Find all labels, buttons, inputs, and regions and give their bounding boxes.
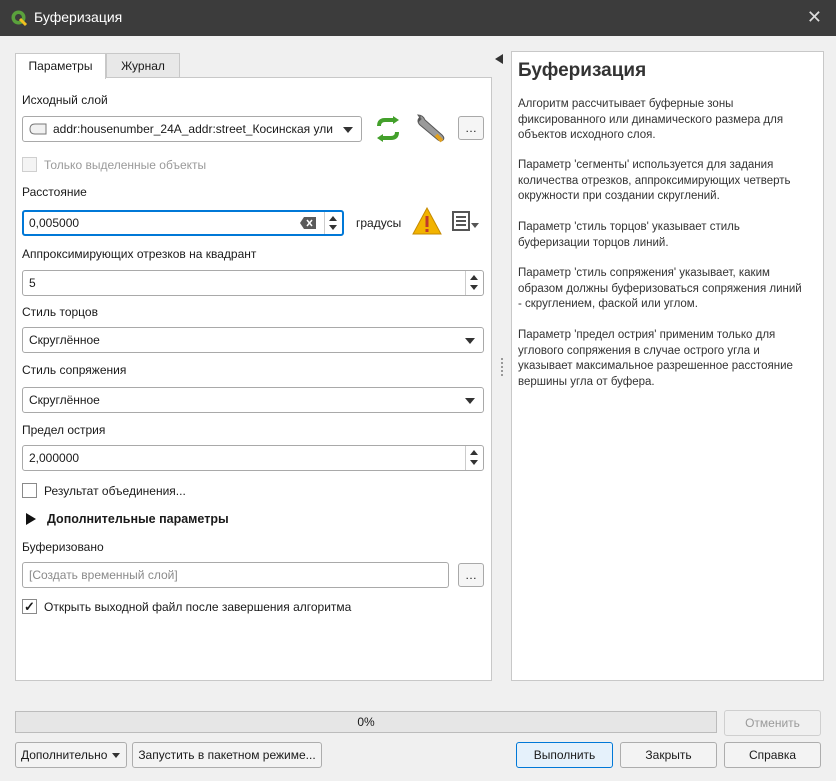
stepper-down-icon[interactable] bbox=[470, 285, 478, 290]
progress-label: 0% bbox=[357, 715, 375, 729]
miter-limit-spinbox[interactable]: 2,000000 bbox=[22, 445, 484, 471]
stepper-up-icon[interactable] bbox=[329, 216, 337, 221]
input-layer-options-button[interactable]: … bbox=[458, 116, 484, 140]
stepper-up-icon[interactable] bbox=[470, 450, 478, 455]
advanced-menu-label: Дополнительно bbox=[21, 748, 108, 762]
dissolve-checkbox[interactable] bbox=[22, 483, 37, 498]
clear-icon[interactable] bbox=[300, 217, 316, 229]
input-layer-combo[interactable]: addr:housenumber_24A_addr:street_Косинск… bbox=[22, 116, 362, 142]
output-label: Буферизовано bbox=[22, 540, 104, 554]
cancel-button[interactable]: Отменить bbox=[724, 710, 821, 736]
stepper-up-icon[interactable] bbox=[470, 275, 478, 280]
segments-spinbox[interactable]: 5 bbox=[22, 270, 484, 296]
tab-parameters-label: Параметры bbox=[28, 59, 93, 73]
close-icon[interactable]: ✕ bbox=[807, 7, 822, 28]
distance-spinbox[interactable]: 0,005000 bbox=[22, 210, 344, 236]
help-paragraph: Параметр 'стиль сопряжения' указывает, к… bbox=[518, 267, 802, 310]
segments-stepper[interactable] bbox=[465, 271, 483, 295]
data-defined-icon[interactable] bbox=[450, 210, 480, 234]
window-title: Буферизация bbox=[34, 9, 123, 25]
input-layer-label: Исходный слой bbox=[22, 93, 108, 107]
advanced-menu-button[interactable]: Дополнительно bbox=[15, 742, 127, 768]
end-cap-value: Скруглённое bbox=[29, 333, 100, 347]
help-paragraph: Параметр 'предел острия' применим только… bbox=[518, 329, 793, 388]
stepper-down-icon[interactable] bbox=[470, 460, 478, 465]
title-bar: Буферизация ✕ bbox=[0, 0, 836, 36]
distance-value: 0,005000 bbox=[29, 216, 80, 230]
chevron-down-icon bbox=[343, 127, 353, 133]
splitter-handle[interactable] bbox=[501, 358, 505, 376]
end-cap-label: Стиль торцов bbox=[22, 305, 98, 319]
polygon-layer-icon bbox=[29, 123, 47, 135]
dissolve-label: Результат объединения... bbox=[44, 484, 186, 498]
open-output-checkbox[interactable]: ✓ bbox=[22, 599, 37, 614]
end-cap-select[interactable]: Скруглённое bbox=[22, 327, 484, 353]
help-title: Буферизация bbox=[518, 60, 647, 81]
output-field[interactable]: [Создать временный слой] bbox=[22, 562, 449, 588]
distance-unit: градусы bbox=[356, 216, 402, 230]
help-paragraph: Алгоритм рассчитывает буферные зоны фикс… bbox=[518, 98, 784, 141]
wrench-icon[interactable] bbox=[414, 113, 446, 143]
selected-only-label: Только выделенные объекты bbox=[44, 158, 207, 172]
distance-label: Расстояние bbox=[22, 185, 87, 199]
help-paragraph: Параметр 'стиль торцов' указывает стиль … bbox=[518, 221, 740, 249]
close-button[interactable]: Закрыть bbox=[620, 742, 717, 768]
iterate-icon[interactable] bbox=[373, 116, 403, 142]
selected-only-checkbox[interactable] bbox=[22, 157, 37, 172]
dots-label: … bbox=[465, 568, 477, 582]
miter-limit-value: 2,000000 bbox=[29, 451, 80, 465]
run-button[interactable]: Выполнить bbox=[516, 742, 613, 768]
warning-icon bbox=[412, 207, 442, 235]
tab-log[interactable]: Журнал bbox=[106, 53, 180, 78]
distance-stepper[interactable] bbox=[324, 212, 342, 234]
segments-label: Аппроксимирующих отрезков на квадрант bbox=[22, 247, 257, 261]
output-placeholder: [Создать временный слой] bbox=[29, 568, 178, 582]
advanced-parameters-toggle[interactable]: Дополнительные параметры bbox=[47, 512, 229, 526]
help-panel: Буферизация Алгоритм рассчитывает буферн… bbox=[511, 51, 824, 681]
qgis-logo-icon bbox=[11, 10, 28, 27]
check-icon: ✓ bbox=[24, 599, 35, 614]
progress-bar: 0% bbox=[15, 711, 717, 733]
collapse-help-icon[interactable] bbox=[495, 54, 503, 64]
open-output-label: Открыть выходной файл после завершения а… bbox=[44, 600, 352, 614]
dots-label: … bbox=[465, 121, 477, 135]
chevron-down-icon bbox=[465, 398, 475, 404]
miter-limit-stepper[interactable] bbox=[465, 446, 483, 470]
chevron-down-icon bbox=[465, 338, 475, 344]
expand-arrow-icon[interactable] bbox=[26, 513, 36, 525]
stepper-down-icon[interactable] bbox=[329, 225, 337, 230]
help-paragraph: Параметр 'сегменты' используется для зад… bbox=[518, 159, 791, 202]
join-style-select[interactable]: Скруглённое bbox=[22, 387, 484, 413]
tab-log-label: Журнал bbox=[121, 59, 165, 73]
tab-parameters[interactable]: Параметры bbox=[15, 53, 106, 79]
input-layer-value: addr:housenumber_24A_addr:street_Косинск… bbox=[53, 122, 333, 136]
output-options-button[interactable]: … bbox=[458, 563, 484, 587]
join-style-value: Скруглённое bbox=[29, 393, 100, 407]
segments-value: 5 bbox=[29, 276, 36, 290]
batch-process-button[interactable]: Запустить в пакетном режиме... bbox=[132, 742, 322, 768]
join-label: Стиль сопряжения bbox=[22, 363, 127, 377]
help-button[interactable]: Справка bbox=[724, 742, 821, 768]
miter-limit-label: Предел острия bbox=[22, 423, 106, 437]
chevron-down-icon bbox=[112, 753, 120, 758]
